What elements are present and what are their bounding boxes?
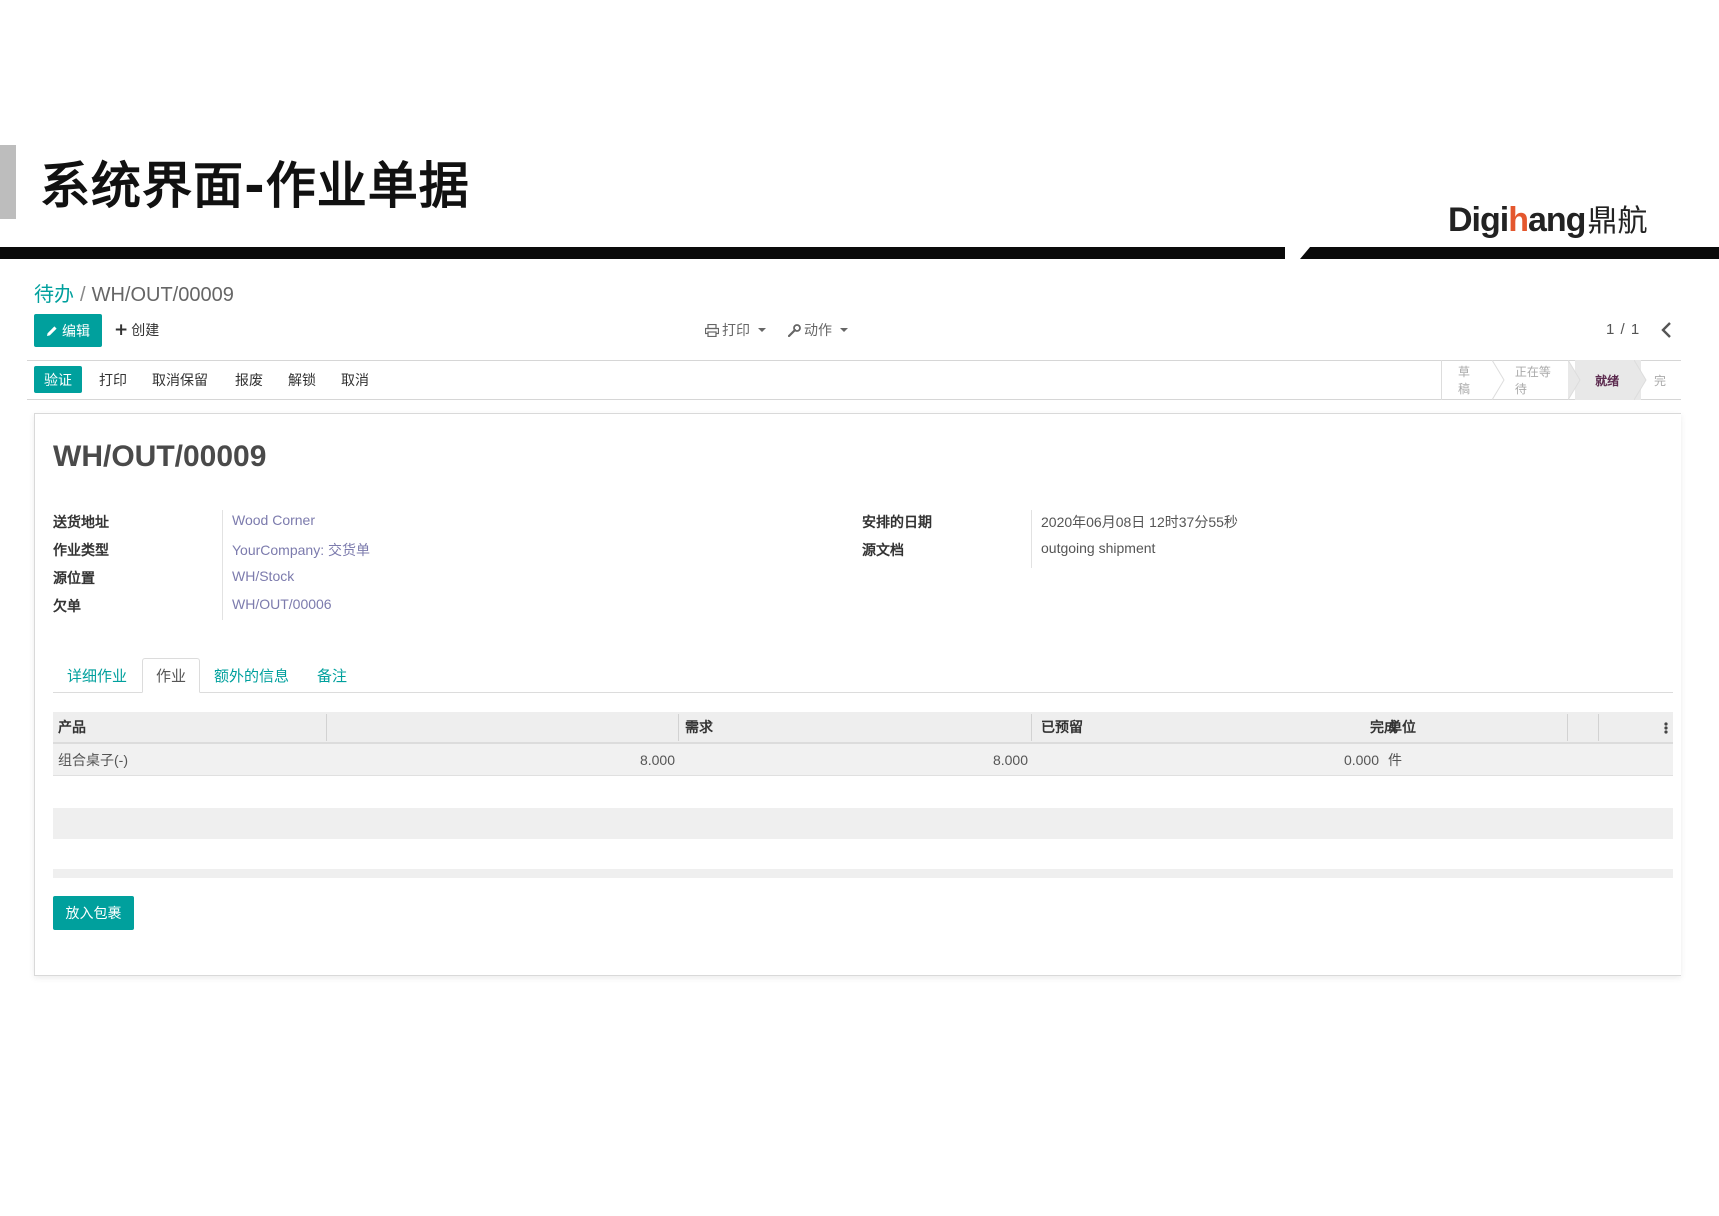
breadcrumb-parent-link[interactable]: 待办 xyxy=(34,284,74,306)
stage-label: 正在等待 xyxy=(1514,365,1551,396)
cell-unit: 件 xyxy=(1388,751,1402,768)
field-label-source-document: 源文档 xyxy=(862,543,904,559)
caret-down-icon xyxy=(758,328,766,332)
column-divider xyxy=(678,714,679,741)
stage-arrow-icon xyxy=(1491,360,1505,400)
pencil-icon xyxy=(47,325,57,336)
unreserve-button[interactable]: 取消保留 xyxy=(152,366,208,393)
cell-reserved: 8.000 xyxy=(992,751,1028,768)
print-button[interactable]: 打印 xyxy=(99,366,127,393)
cell-demand: 8.000 xyxy=(639,751,675,768)
brand-prefix: Digi xyxy=(1448,201,1509,239)
breadcrumb: 待办 / WH/OUT/00009 xyxy=(34,278,234,307)
field-delivery-address[interactable]: Wood Corner xyxy=(232,512,315,528)
stage-arrow-icon xyxy=(1634,360,1647,400)
edit-button-label: 编辑 xyxy=(62,323,90,340)
column-header-done[interactable]: 完成 xyxy=(1036,712,1398,742)
field-label-scheduled-date: 安排的日期 xyxy=(862,515,932,531)
optional-columns-icon[interactable] xyxy=(1664,720,1668,736)
field-label-delivery-address: 送货地址 xyxy=(53,515,109,531)
breadcrumb-current: WH/OUT/00009 xyxy=(91,284,234,306)
brand-cn: 鼎航 xyxy=(1587,205,1648,238)
header-rule-right xyxy=(1310,247,1719,259)
field-label-operation-type: 作业类型 xyxy=(53,543,109,559)
tab-operations[interactable]: 作业 xyxy=(142,658,201,693)
field-label-backorder: 欠单 xyxy=(53,599,81,615)
form-sheet xyxy=(34,413,1681,976)
unlock-button[interactable]: 解锁 xyxy=(288,366,316,393)
record-title: WH/OUT/00009 xyxy=(53,440,267,473)
brand-accent: h xyxy=(1508,201,1529,239)
print-dropdown[interactable]: 打印 xyxy=(705,320,766,340)
tab-detailed-operations[interactable]: 详细作业 xyxy=(54,658,140,693)
wrench-icon xyxy=(788,323,801,337)
field-operation-type[interactable]: YourCompany: 交货单 xyxy=(232,540,370,560)
column-header-demand[interactable]: 需求 xyxy=(330,712,713,742)
stage-pipeline: 草稿 正在等待 就绪 完 xyxy=(1441,360,1681,400)
table-footer xyxy=(53,869,1673,878)
field-divider xyxy=(222,510,223,620)
field-backorder[interactable]: WH/OUT/00006 xyxy=(232,596,332,612)
field-source-location[interactable]: WH/Stock xyxy=(232,568,294,584)
pager-counter[interactable]: 1 / 1 xyxy=(1606,321,1640,338)
column-header-product[interactable]: 产品 xyxy=(58,712,86,742)
table-empty-row xyxy=(53,808,1673,839)
brand-suffix: ang xyxy=(1528,201,1586,239)
stage-draft[interactable]: 草稿 xyxy=(1442,360,1505,400)
stage-ready[interactable]: 就绪 xyxy=(1575,360,1647,400)
slide-accent-bar xyxy=(0,145,16,219)
brand-logo: Digihang鼎航 xyxy=(1448,196,1647,240)
field-scheduled-date[interactable]: 2020年06月08日 12时37分55秒 xyxy=(1041,512,1238,532)
column-divider xyxy=(326,714,327,741)
edit-button[interactable]: 编辑 xyxy=(34,314,102,347)
stage-label: 就绪 xyxy=(1595,373,1620,388)
table-row[interactable]: 组合桌子(-) 8.000 8.000 0.000 件 xyxy=(53,744,1673,776)
scrap-button[interactable]: 报废 xyxy=(235,366,263,393)
cell-done: 0.000 xyxy=(1343,751,1379,768)
breadcrumb-separator: / xyxy=(80,284,86,306)
action-dropdown-label: 动作 xyxy=(804,323,832,339)
cell-product: 组合桌子(-) xyxy=(58,751,128,768)
header-rule xyxy=(0,247,1285,259)
column-divider xyxy=(1031,714,1032,741)
column-divider xyxy=(1598,714,1599,741)
stage-label: 草稿 xyxy=(1458,365,1471,396)
column-header-unit[interactable]: 单位 xyxy=(1388,712,1416,742)
cancel-button[interactable]: 取消 xyxy=(341,366,369,393)
validate-button[interactable]: 验证 xyxy=(34,366,82,393)
tab-additional-info[interactable]: 额外的信息 xyxy=(201,658,302,693)
chevron-left-icon[interactable] xyxy=(1659,321,1675,339)
put-in-pack-button[interactable]: 放入包裹 xyxy=(53,896,134,930)
printer-icon xyxy=(705,323,719,337)
create-button-label: 创建 xyxy=(131,323,160,339)
slide-title: 系统界面-作业单据 xyxy=(40,157,470,215)
action-dropdown[interactable]: 动作 xyxy=(788,320,848,340)
stage-label: 完 xyxy=(1654,373,1667,388)
plus-icon: + xyxy=(114,320,129,340)
stage-waiting[interactable]: 正在等待 xyxy=(1499,360,1581,400)
caret-down-icon xyxy=(840,328,848,332)
stage-arrow-icon xyxy=(1568,360,1581,400)
status-bar xyxy=(27,360,1681,400)
field-label-source-location: 源位置 xyxy=(53,571,95,587)
column-divider xyxy=(1567,714,1568,741)
column-header-reserved[interactable]: 已预留 xyxy=(683,712,1083,742)
field-source-document[interactable]: outgoing shipment xyxy=(1041,540,1155,556)
table-header: 产品 需求 已预留 完成 单位 xyxy=(53,712,1673,744)
tab-note[interactable]: 备注 xyxy=(304,658,360,693)
create-button[interactable]: + 创建 xyxy=(114,320,159,340)
field-divider xyxy=(1031,510,1032,568)
print-dropdown-label: 打印 xyxy=(722,323,750,339)
